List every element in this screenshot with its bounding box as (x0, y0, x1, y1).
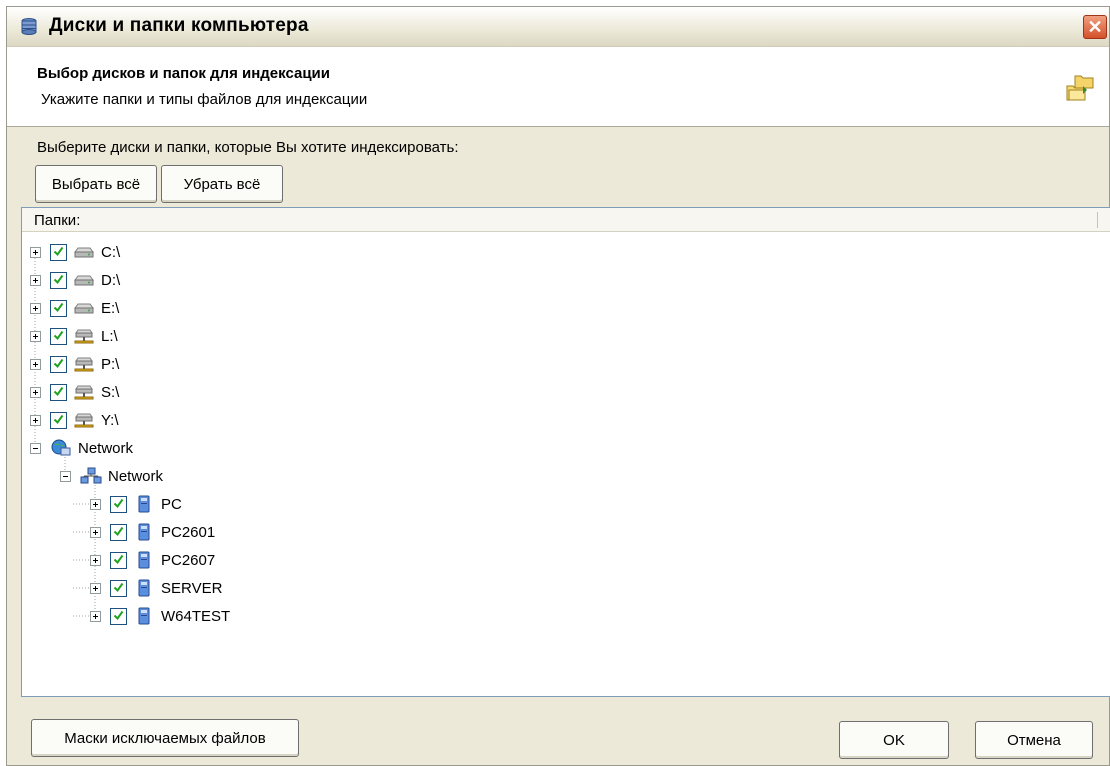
select-all-button[interactable]: Выбрать всё (35, 165, 157, 203)
database-icon (21, 18, 37, 35)
tree-node-label: Y:\ (101, 411, 119, 429)
tree-node-label: L:\ (101, 327, 118, 345)
tree-node-label: Network (78, 439, 134, 457)
workgroup-icon (80, 467, 102, 485)
network-drive-icon (73, 411, 95, 429)
expand-icon[interactable] (30, 414, 41, 426)
tree-column-header[interactable]: Папки: (22, 208, 1110, 232)
node-checkbox[interactable] (50, 355, 67, 373)
expand-icon[interactable] (90, 526, 101, 538)
ok-button[interactable]: OK (839, 721, 949, 759)
collapse-icon[interactable] (30, 442, 41, 454)
node-checkbox[interactable] (50, 243, 67, 261)
exclude-masks-button[interactable]: Маски исключаемых файлов (31, 719, 299, 757)
close-icon: ✕ (1087, 17, 1103, 37)
node-checkbox[interactable] (50, 411, 67, 429)
computer-icon (133, 607, 155, 625)
tree-node[interactable]: L:\ (30, 322, 118, 350)
window-title: Диски и папки компьютера (49, 15, 309, 36)
tree-node-label: D:\ (101, 271, 121, 289)
node-checkbox[interactable] (110, 523, 127, 541)
tree-node[interactable]: S:\ (30, 378, 119, 406)
tree-node[interactable]: Network (60, 462, 163, 490)
computer-icon (133, 551, 155, 569)
node-checkbox[interactable] (50, 271, 67, 289)
tree-node[interactable]: Network (30, 434, 133, 462)
header-subtitle: Укажите папки и типы файлов для индексац… (41, 91, 368, 108)
tree-node[interactable]: PC (90, 490, 182, 518)
expand-icon[interactable] (30, 358, 41, 370)
node-checkbox[interactable] (110, 579, 127, 597)
collapse-icon[interactable] (60, 470, 71, 482)
node-checkbox[interactable] (110, 607, 127, 625)
tree-node-label: PC2607 (161, 551, 216, 569)
network-icon (50, 439, 72, 457)
node-checkbox[interactable] (50, 327, 67, 345)
instruction-text: Выберите диски и папки, которые Вы хотит… (37, 139, 459, 156)
dialog-window: Диски и папки компьютера ✕ Выбор дисков … (6, 6, 1110, 766)
drive-icon (73, 271, 95, 289)
network-drive-icon (73, 327, 95, 345)
expand-icon[interactable] (90, 582, 101, 594)
close-button[interactable]: ✕ (1083, 15, 1107, 39)
tree-node-label: Network (108, 467, 164, 485)
drive-icon (73, 299, 95, 317)
computer-icon (133, 495, 155, 513)
network-drive-icon (73, 355, 95, 373)
tree-node[interactable]: D:\ (30, 266, 120, 294)
tree-node-label: PC (161, 495, 182, 513)
tree-node-label: C:\ (101, 243, 121, 261)
drive-icon (73, 243, 95, 261)
expand-icon[interactable] (30, 330, 41, 342)
tree-node-label: E:\ (101, 299, 120, 317)
clear-all-button[interactable]: Убрать всё (161, 165, 283, 203)
column-separator[interactable] (1097, 212, 1098, 228)
column-header-label: Папки: (34, 212, 81, 229)
tree-node-label: PC2601 (161, 523, 216, 541)
folder-tree: C:\ D:\ E:\ L:\ P:\ S:\ Y:\ Network Network PC PC2… (22, 238, 1110, 678)
tree-node[interactable]: W64TEST (90, 602, 230, 630)
tree-node[interactable]: Y:\ (30, 406, 119, 434)
tree-node[interactable]: PC2607 (90, 546, 215, 574)
tree-node-label: S:\ (101, 383, 120, 401)
network-drive-icon (73, 383, 95, 401)
computer-icon (133, 579, 155, 597)
tree-node[interactable]: E:\ (30, 294, 119, 322)
expand-icon[interactable] (30, 302, 41, 314)
tree-node[interactable]: C:\ (30, 238, 120, 266)
node-checkbox[interactable] (50, 383, 67, 401)
tree-node-label: P:\ (101, 355, 120, 373)
computer-icon (133, 523, 155, 541)
title-bar[interactable]: Диски и папки компьютера ✕ (7, 7, 1109, 47)
tree-node-label: W64TEST (161, 607, 231, 625)
node-checkbox[interactable] (110, 551, 127, 569)
expand-icon[interactable] (30, 274, 41, 286)
wizard-header: Выбор дисков и папок для индексации Укаж… (7, 47, 1109, 127)
header-title: Выбор дисков и папок для индексации (37, 65, 330, 82)
expand-icon[interactable] (30, 246, 41, 258)
node-checkbox[interactable] (110, 495, 127, 513)
expand-icon[interactable] (90, 554, 101, 566)
tree-node[interactable]: P:\ (30, 350, 119, 378)
cancel-button[interactable]: Отмена (975, 721, 1093, 759)
expand-icon[interactable] (30, 386, 41, 398)
folder-tree-panel: Папки: C:\ D:\ E:\ L:\ P:\ S:\ Y:\ Network Netwo… (21, 207, 1110, 697)
tree-node[interactable]: PC2601 (90, 518, 215, 546)
expand-icon[interactable] (90, 610, 101, 622)
tree-node[interactable]: SERVER (90, 574, 222, 602)
tree-node-label: SERVER (161, 579, 223, 597)
folders-icon (1066, 75, 1094, 101)
expand-icon[interactable] (90, 498, 101, 510)
node-checkbox[interactable] (50, 299, 67, 317)
